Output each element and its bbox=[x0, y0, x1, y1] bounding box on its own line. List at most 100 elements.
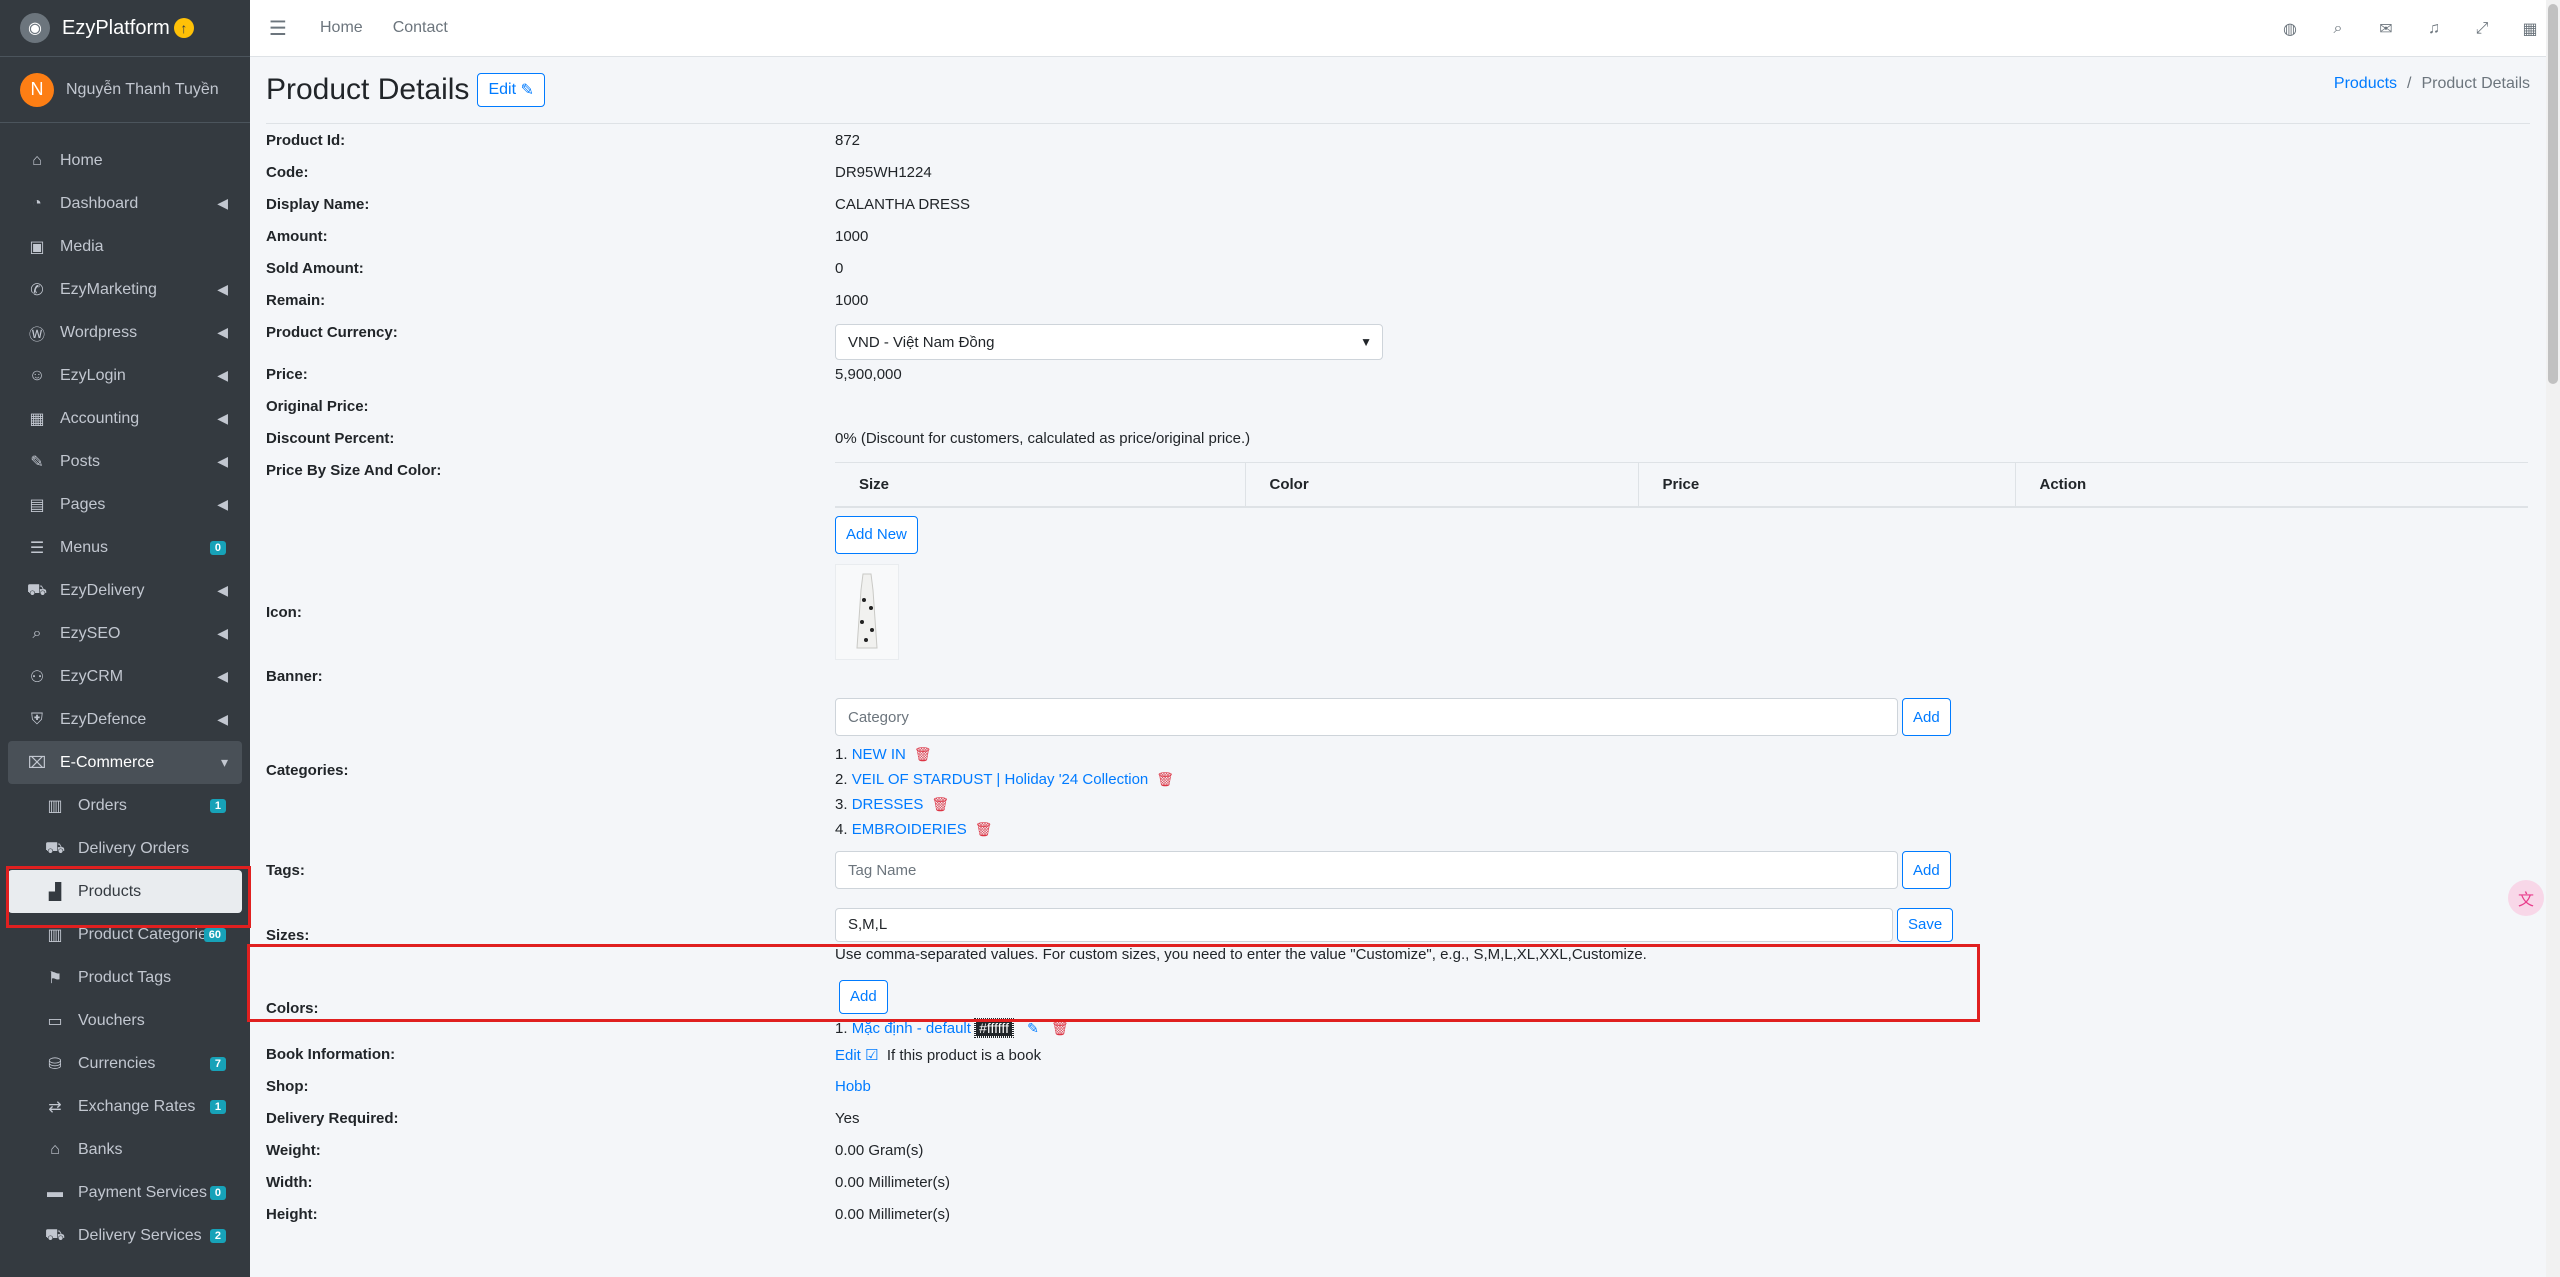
upgrade-icon[interactable]: ↑ bbox=[173, 18, 194, 38]
home-icon: ⌂ bbox=[32, 151, 42, 169]
chevron-left-icon: ◀ bbox=[217, 625, 228, 641]
chevron-left-icon: ◀ bbox=[217, 453, 228, 469]
label-remain: Remain: bbox=[266, 292, 326, 309]
sidebar-item-dashboard[interactable]: ◔ Dashboard ◀ bbox=[8, 182, 242, 225]
save-sizes-button[interactable]: Save bbox=[1897, 907, 1954, 942]
nav-link-contact[interactable]: Contact bbox=[393, 19, 448, 37]
breadcrumb-current: Product Details bbox=[2421, 75, 2531, 92]
breadcrumb-products[interactable]: Products bbox=[2334, 75, 2397, 92]
bell-icon[interactable]: ♫ bbox=[2424, 19, 2444, 39]
sidebar-item-pages[interactable]: ▤ Pages ◀ bbox=[8, 483, 242, 526]
color-link[interactable]: Mặc định - default bbox=[852, 1020, 971, 1037]
sidebar-item-ezyseo[interactable]: ⌕ EzySEO ◀ bbox=[8, 612, 242, 655]
sidebar-item-banks[interactable]: ⌂ Banks bbox=[8, 1128, 242, 1171]
add-new-price-button[interactable]: Add New bbox=[835, 515, 918, 554]
sidebar-item-ezydelivery[interactable]: ⛟ EzyDelivery ◀ bbox=[8, 569, 242, 612]
row-currency: Product Currency: VND - Việt Nam Đồng ▼ bbox=[266, 324, 2530, 364]
scrollbar-thumb[interactable] bbox=[2548, 4, 2558, 384]
user-panel[interactable]: N Nguyễn Thanh Tuyền bbox=[0, 57, 250, 123]
messages-icon[interactable]: ✉ bbox=[2376, 19, 2396, 39]
price-by-size-section: Size Color Price Action Add New bbox=[835, 462, 2528, 554]
hamburger-icon[interactable]: ☰ bbox=[266, 16, 290, 40]
sidebar-item-product-tags[interactable]: ⚑ Product Tags bbox=[8, 956, 242, 999]
crm-icon: ⚇ bbox=[29, 668, 45, 686]
chevron-left-icon: ◀ bbox=[217, 195, 228, 211]
globe-icon[interactable]: ◍ bbox=[2280, 19, 2300, 39]
checkbox-icon[interactable]: ☑ bbox=[865, 1047, 878, 1064]
category-link[interactable]: VEIL OF STARDUST | Holiday '24 Collectio… bbox=[852, 771, 1149, 788]
trash-icon[interactable]: 🗑 bbox=[931, 796, 949, 812]
sidebar-item-label: EzyMarketing bbox=[60, 280, 157, 298]
sidebar-item-vouchers[interactable]: ▭ Vouchers bbox=[8, 999, 242, 1042]
shop-link[interactable]: Hobb bbox=[835, 1078, 871, 1095]
search-icon[interactable]: ⌕ bbox=[2328, 19, 2348, 39]
label-width: Width: bbox=[266, 1174, 313, 1191]
add-category-button[interactable]: Add bbox=[1902, 698, 1951, 736]
sidebar-item-payment-services[interactable]: ▬ Payment Services 0 bbox=[8, 1171, 242, 1214]
divider bbox=[266, 123, 2530, 124]
row-product-id: Product Id: 872 bbox=[266, 132, 2530, 164]
sidebar-item-currencies[interactable]: ⛁ Currencies 7 bbox=[8, 1042, 242, 1085]
chevron-left-icon: ◀ bbox=[217, 410, 228, 426]
currency-selected: VND - Việt Nam Đồng bbox=[848, 333, 995, 351]
label-display-name: Display Name: bbox=[266, 196, 370, 213]
sidebar-item-label: Orders bbox=[78, 796, 127, 814]
list-item: 2. VEIL OF STARDUST | Holiday '24 Collec… bbox=[835, 767, 1951, 792]
trash-icon[interactable]: 🗑 bbox=[975, 821, 993, 837]
sidebar-item-ecommerce[interactable]: ⌧ E-Commerce ▾ bbox=[8, 741, 242, 784]
list-number: 2. bbox=[835, 771, 848, 788]
nav-link-home[interactable]: Home bbox=[320, 19, 363, 37]
sidebar-item-label: Menus bbox=[60, 538, 109, 556]
sidebar-item-label: Dashboard bbox=[60, 194, 139, 212]
count-badge: 1 bbox=[209, 1099, 226, 1114]
category-input[interactable]: Category bbox=[835, 698, 1898, 736]
sidebar-item-ezydefence[interactable]: ⛨ EzyDefence ◀ bbox=[8, 698, 242, 741]
chevron-left-icon: ◀ bbox=[217, 668, 228, 684]
sidebar-item-exchange-rates[interactable]: ⇄ Exchange Rates 1 bbox=[8, 1085, 242, 1128]
apps-grid-icon[interactable]: ▦ bbox=[2520, 19, 2540, 39]
fullscreen-icon[interactable]: ⤢ bbox=[2472, 19, 2492, 39]
label-product-id: Product Id: bbox=[266, 132, 346, 149]
translate-icon[interactable]: 文 bbox=[2508, 880, 2544, 916]
page-title: Product Details bbox=[266, 73, 470, 106]
sidebar-item-label: Wordpress bbox=[60, 323, 138, 341]
avatar: N bbox=[20, 72, 54, 107]
label-categories: Categories: bbox=[266, 761, 349, 779]
sidebar-item-label: Product Categories bbox=[78, 925, 215, 943]
trash-icon[interactable]: 🗑 bbox=[914, 746, 932, 762]
value-delivery: Yes bbox=[835, 1110, 860, 1127]
book-edit-link[interactable]: Edit bbox=[835, 1047, 861, 1064]
sizes-input[interactable]: S,M,L bbox=[835, 907, 1893, 942]
product-icon-image[interactable] bbox=[835, 564, 899, 660]
sidebar-item-delivery-services[interactable]: ⛟ Delivery Services 2 bbox=[8, 1214, 242, 1257]
sidebar-item-label: Payment Services bbox=[78, 1183, 207, 1201]
trash-icon[interactable]: 🗑 bbox=[1156, 771, 1174, 787]
column-size: Size bbox=[835, 462, 1245, 508]
tag-name-input[interactable]: Tag Name bbox=[835, 851, 1898, 889]
category-link[interactable]: EMBROIDERIES bbox=[852, 821, 967, 838]
brand-name: EzyPlatform bbox=[62, 16, 170, 39]
sidebar-item-menus[interactable]: ☰ Menus 0 bbox=[8, 526, 242, 569]
sidebar-item-ezycrm[interactable]: ⚇ EzyCRM ◀ bbox=[8, 655, 242, 698]
add-tag-button[interactable]: Add bbox=[1902, 851, 1951, 889]
category-link[interactable]: NEW IN bbox=[852, 746, 906, 763]
sidebar-item-wordpress[interactable]: Ⓦ Wordpress ◀ bbox=[8, 311, 242, 354]
sidebar-item-orders[interactable]: ▥ Orders 1 bbox=[8, 784, 242, 827]
sidebar-item-home[interactable]: ⌂ Home bbox=[8, 139, 242, 182]
chevron-down-icon: ▼ bbox=[1360, 335, 1372, 349]
sidebar-item-posts[interactable]: ✎ Posts ◀ bbox=[8, 440, 242, 483]
sidebar-item-label: Home bbox=[60, 151, 103, 169]
page-scrollbar[interactable] bbox=[2546, 0, 2560, 1277]
edit-product-button[interactable]: Edit ✎ bbox=[477, 73, 545, 107]
brand[interactable]: ◉ EzyPlatform ↑ bbox=[0, 0, 250, 57]
sidebar-item-delivery-orders[interactable]: ⛟ Delivery Orders bbox=[8, 827, 242, 870]
sidebar-item-accounting[interactable]: ▦ Accounting ◀ bbox=[8, 397, 242, 440]
currency-select[interactable]: VND - Việt Nam Đồng ▼ bbox=[835, 324, 1383, 360]
row-icon: Icon: bbox=[266, 560, 2530, 664]
sidebar-item-ezylogin[interactable]: ☺ EzyLogin ◀ bbox=[8, 354, 242, 397]
sidebar-item-label: Media bbox=[60, 237, 104, 255]
sidebar-item-media[interactable]: ▣ Media bbox=[8, 225, 242, 268]
sidebar-item-ezymarketing[interactable]: ✆ EzyMarketing ◀ bbox=[8, 268, 242, 311]
highlight-sizes bbox=[247, 944, 1980, 1022]
category-link[interactable]: DRESSES bbox=[852, 796, 924, 813]
